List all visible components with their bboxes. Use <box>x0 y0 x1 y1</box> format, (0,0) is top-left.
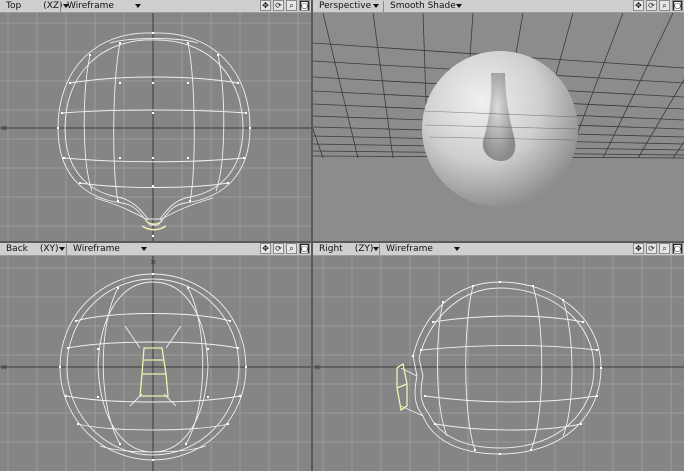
zoom-icon[interactable]: ⌕ <box>286 0 297 11</box>
view-type-dropdown[interactable]: Back (XY) <box>0 243 66 255</box>
view-type-dropdown[interactable]: Perspective <box>313 0 383 12</box>
view-type-label: Back <box>6 244 28 254</box>
move-icon[interactable]: ✥ <box>633 243 644 254</box>
chevron-down-icon <box>456 4 462 8</box>
perspective-scene <box>313 13 684 241</box>
chevron-down-icon <box>141 247 147 251</box>
wireframe-top: ✕ <box>0 13 311 241</box>
zoom-icon[interactable]: ⌕ <box>659 0 670 11</box>
rotate-icon[interactable]: ⟳ <box>646 243 657 254</box>
render-mode-label: Wireframe <box>386 244 433 254</box>
render-mode-dropdown[interactable]: Wireframe <box>67 243 151 255</box>
svg-text:✕: ✕ <box>314 363 321 372</box>
maximize-icon[interactable]: ◙ <box>299 0 310 11</box>
move-icon[interactable]: ✥ <box>260 0 271 11</box>
viewport-tools: ✥ ⟳ ⌕ ◙ <box>631 243 683 255</box>
viewport-back[interactable]: Back (XY) Wireframe ✥ ⟳ ⌕ ◙ ✕ ✕ <box>0 243 311 471</box>
chevron-down-icon <box>373 4 379 8</box>
render-mode-dropdown[interactable]: Smooth Shade <box>384 0 466 12</box>
viewport-tools: ✥ ⟳ ⌕ ◙ <box>631 0 683 12</box>
svg-text:✕: ✕ <box>1 124 8 133</box>
viewport-back-header: Back (XY) Wireframe ✥ ⟳ ⌕ ◙ <box>0 243 311 256</box>
viewport-divider-vertical[interactable] <box>311 0 313 471</box>
rotate-icon[interactable]: ⟳ <box>273 0 284 11</box>
zoom-icon[interactable]: ⌕ <box>286 243 297 254</box>
rotate-icon[interactable]: ⟳ <box>646 0 657 11</box>
viewport-divider-horizontal[interactable] <box>0 241 684 243</box>
viewport-right-canvas[interactable]: ✕ <box>313 256 684 471</box>
wireframe-right: ✕ <box>313 256 684 471</box>
maximize-icon[interactable]: ◙ <box>672 243 683 254</box>
view-type-label: Perspective <box>319 1 372 11</box>
viewport-right-header: Right (ZY) Wireframe ✥ ⟳ ⌕ ◙ <box>313 243 684 256</box>
render-mode-label: Smooth Shade <box>390 1 456 11</box>
viewport-tools: ✥ ⟳ ⌕ ◙ <box>258 0 310 12</box>
maximize-icon[interactable]: ◙ <box>672 0 683 11</box>
svg-text:✕: ✕ <box>1 363 8 372</box>
chevron-down-icon <box>58 247 65 251</box>
render-mode-label: Wireframe <box>73 244 120 254</box>
viewport-top-header: Top (XZ) Wireframe ✥ ⟳ ⌕ ◙ <box>0 0 311 13</box>
zoom-icon[interactable]: ⌕ <box>659 243 670 254</box>
modeler-window: Top (XZ) Wireframe ✥ ⟳ ⌕ ◙ ✕ Perspective… <box>0 0 684 471</box>
viewport-perspective-canvas[interactable] <box>313 13 684 241</box>
viewport-right[interactable]: Right (ZY) Wireframe ✥ ⟳ ⌕ ◙ ✕ <box>313 243 684 471</box>
wireframe-back: ✕ ✕ <box>0 256 311 471</box>
render-mode-label: Wireframe <box>67 1 114 11</box>
rotate-icon[interactable]: ⟳ <box>273 243 284 254</box>
chevron-down-icon <box>135 4 141 8</box>
viewport-back-canvas[interactable]: ✕ ✕ <box>0 256 311 471</box>
viewport-top-canvas[interactable]: ✕ <box>0 13 311 241</box>
axis-label: (ZY) <box>354 244 374 254</box>
render-mode-dropdown[interactable]: Wireframe <box>61 0 145 12</box>
viewport-tools: ✥ ⟳ ⌕ ◙ <box>258 243 310 255</box>
view-type-label: Right <box>319 244 343 254</box>
maximize-icon[interactable]: ◙ <box>299 243 310 254</box>
view-type-dropdown[interactable]: Top (XZ) <box>0 0 69 12</box>
viewport-top[interactable]: Top (XZ) Wireframe ✥ ⟳ ⌕ ◙ ✕ <box>0 0 311 241</box>
viewport-perspective-header: Perspective Smooth Shade ✥ ⟳ ⌕ ◙ <box>313 0 684 13</box>
viewport-perspective[interactable]: Perspective Smooth Shade ✥ ⟳ ⌕ ◙ <box>313 0 684 241</box>
view-type-label: Top <box>6 1 22 11</box>
render-mode-dropdown[interactable]: Wireframe <box>380 243 464 255</box>
view-type-dropdown[interactable]: Right (ZY) <box>313 243 380 255</box>
move-icon[interactable]: ✥ <box>633 0 644 11</box>
axis-label: (XY) <box>39 244 59 254</box>
svg-text:✕: ✕ <box>150 258 157 267</box>
chevron-down-icon <box>454 247 460 251</box>
move-icon[interactable]: ✥ <box>260 243 271 254</box>
